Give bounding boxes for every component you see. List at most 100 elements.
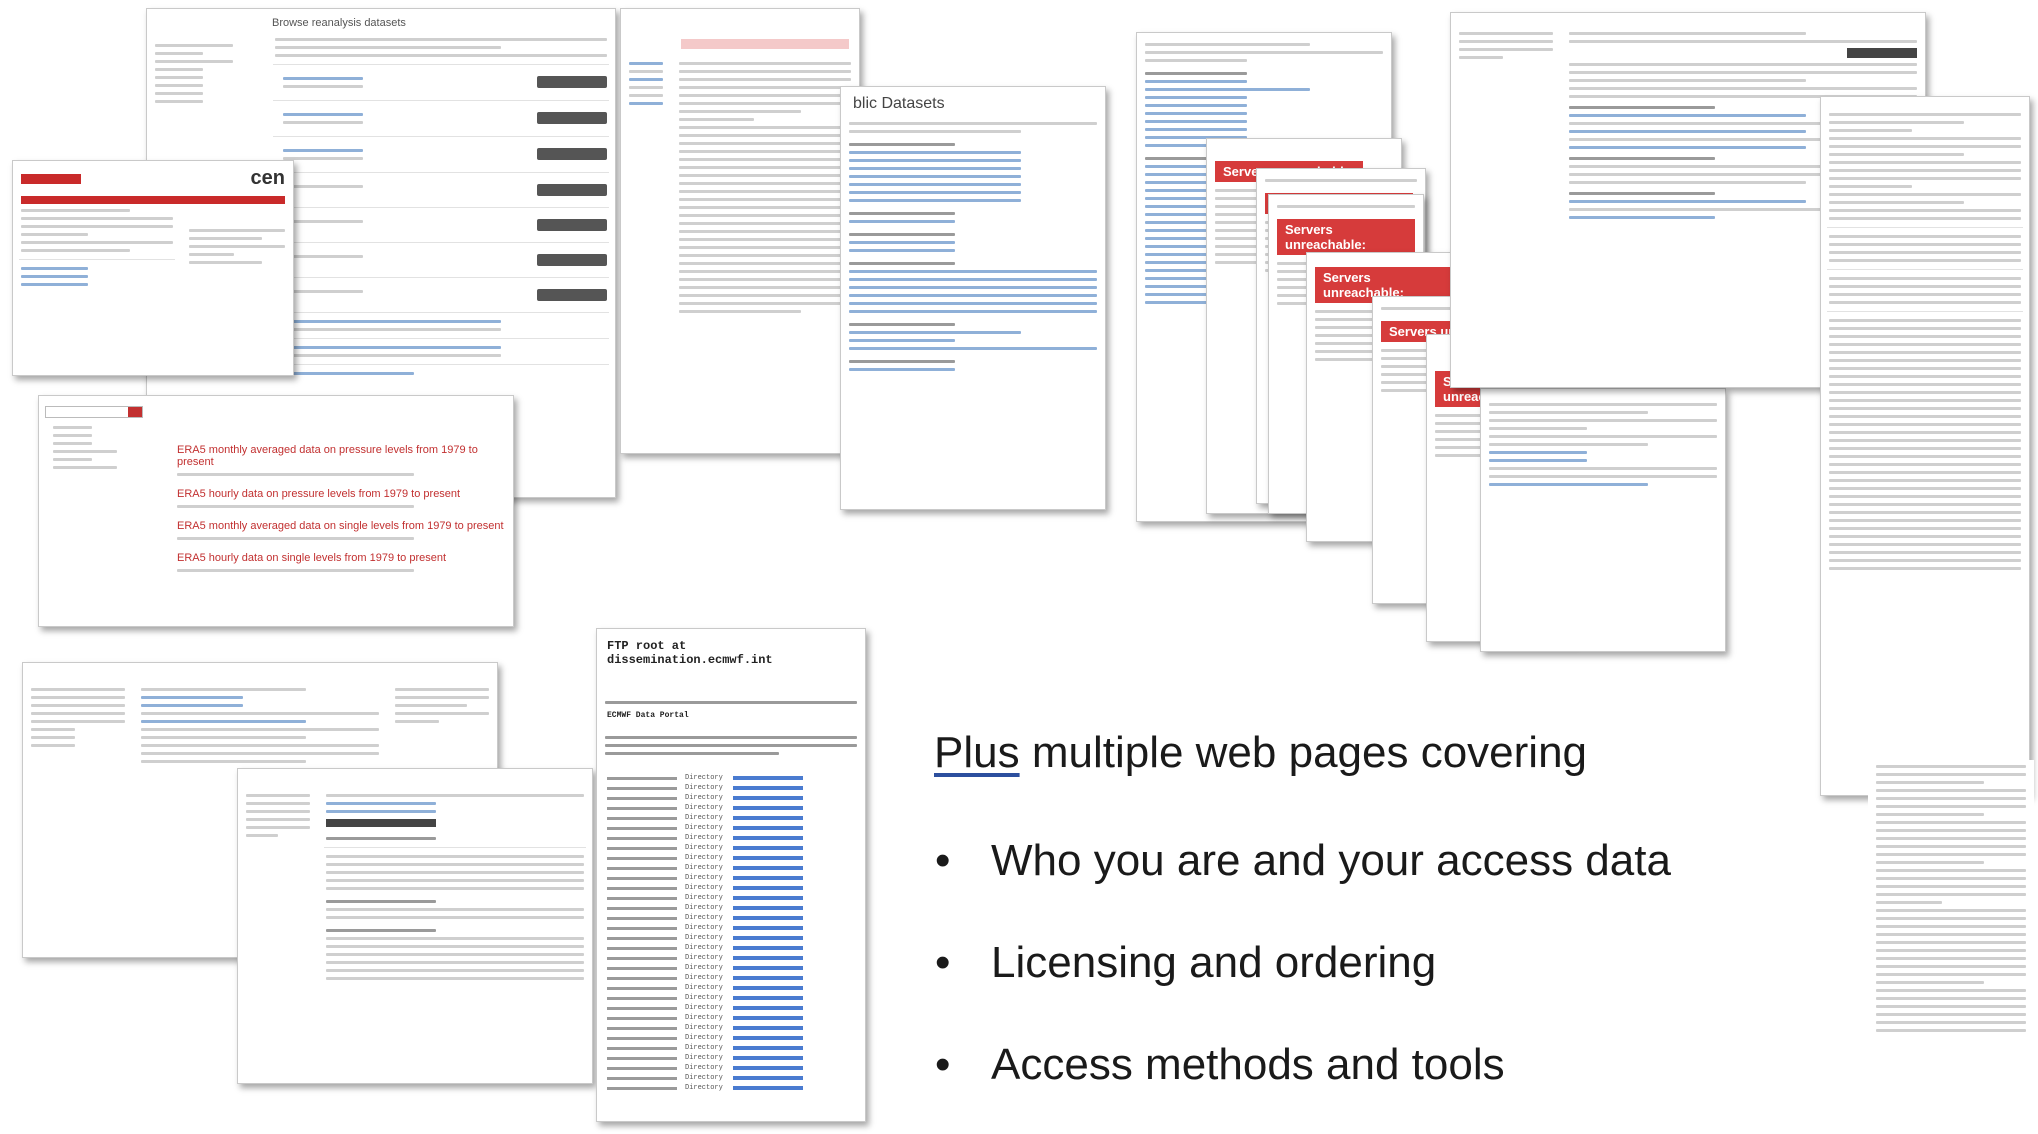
ftp-dir-link[interactable] — [733, 786, 803, 790]
site-logo — [21, 173, 81, 184]
servers-unreachable-banner: Servers unreachable: — [1277, 219, 1415, 255]
ftp-row: Directory — [597, 843, 865, 853]
list-item[interactable]: ERA5 hourly data on pressure levels from… — [149, 488, 513, 508]
ftp-row: Directory — [597, 1043, 865, 1053]
ftp-dir-link[interactable] — [733, 826, 803, 830]
bullet-icon: • — [935, 938, 951, 987]
ftp-dir-label: Directory — [685, 984, 723, 992]
ftp-dir-label: Directory — [685, 1034, 723, 1042]
ftp-dir-label: Directory — [685, 854, 723, 862]
list-item[interactable]: ERA5 monthly averaged data on pressure l… — [149, 444, 513, 476]
ftp-row: Directory — [597, 993, 865, 1003]
ftp-row: Directory — [597, 823, 865, 833]
ftp-dir-link[interactable] — [733, 1056, 803, 1060]
ftp-dir-link[interactable] — [733, 946, 803, 950]
ftp-dir-label: Directory — [685, 1074, 723, 1082]
ftp-listing: Directory Directory Directory Directory Dire… — [597, 773, 865, 1093]
thumbnail-ftp-root: FTP root at dissemination.ecmwf.int ECMW… — [596, 628, 866, 1122]
ftp-dir-link[interactable] — [733, 1086, 803, 1090]
cen-logo: cen — [250, 167, 285, 189]
ftp-dir-link[interactable] — [733, 886, 803, 890]
ftp-row: Directory — [597, 1073, 865, 1083]
headline-rest: multiple web pages covering — [1019, 728, 1588, 777]
ftp-dir-link[interactable] — [733, 996, 803, 1000]
ftp-dir-link[interactable] — [733, 1036, 803, 1040]
ftp-dir-label: Directory — [685, 974, 723, 982]
ftp-dir-link[interactable] — [733, 776, 803, 780]
ftp-row: Directory — [597, 1003, 865, 1013]
ftp-dir-link[interactable] — [733, 986, 803, 990]
headline: Plus multiple web pages covering — [934, 728, 1587, 778]
ftp-dir-link[interactable] — [733, 896, 803, 900]
thumbnail-public-datasets: blic Datasets — [840, 86, 1106, 510]
thumbnail-dense-grid — [620, 8, 860, 454]
ftp-row: Directory — [597, 873, 865, 883]
ftp-dir-label: Directory — [685, 1014, 723, 1022]
ftp-dir-label: Directory — [685, 954, 723, 962]
ftp-dir-label: Directory — [685, 864, 723, 872]
ftp-dir-label: Directory — [685, 1084, 723, 1092]
ftp-dir-link[interactable] — [733, 936, 803, 940]
bullet-icon: • — [935, 836, 951, 885]
ftp-row: Directory — [597, 1063, 865, 1073]
ftp-title: FTP root at dissemination.ecmwf.int — [607, 639, 773, 667]
datasets-table — [267, 33, 615, 380]
ftp-row: Directory — [597, 853, 865, 863]
ftp-row: Directory — [597, 943, 865, 953]
list-item[interactable]: ERA5 hourly data on single levels from 1… — [149, 552, 513, 572]
ftp-dir-link[interactable] — [733, 956, 803, 960]
filter-sidebar — [39, 396, 149, 584]
headline-plus: Plus — [934, 728, 1020, 777]
ftp-dir-label: Directory — [685, 804, 723, 812]
ftp-dir-link[interactable] — [733, 926, 803, 930]
ftp-dir-label: Directory — [685, 1064, 723, 1072]
bullet-icon: • — [935, 1040, 951, 1089]
ftp-dir-link[interactable] — [733, 816, 803, 820]
ftp-dir-link[interactable] — [733, 846, 803, 850]
ftp-dir-label: Directory — [685, 834, 723, 842]
ftp-dir-link[interactable] — [733, 866, 803, 870]
ftp-dir-link[interactable] — [733, 1046, 803, 1050]
ftp-dir-link[interactable] — [733, 836, 803, 840]
bullet-item: • Licensing and ordering — [935, 938, 1436, 988]
list-item[interactable]: ERA5 monthly averaged data on single lev… — [149, 520, 513, 540]
ftp-dir-link[interactable] — [733, 976, 803, 980]
ftp-row: Directory — [597, 1033, 865, 1043]
ftp-dir-link[interactable] — [733, 966, 803, 970]
ftp-dir-label: Directory — [685, 874, 723, 882]
ftp-row: Directory — [597, 963, 865, 973]
ftp-dir-link[interactable] — [733, 1076, 803, 1080]
bullet-text: Who you are and your access data — [991, 836, 1671, 885]
thumbnail-far-right-doc — [1820, 96, 2030, 796]
results-list: ERA5 monthly averaged data on pressure l… — [149, 396, 513, 584]
ftp-dir-label: Directory — [685, 1054, 723, 1062]
ftp-dir-link[interactable] — [733, 1016, 803, 1020]
ftp-dir-link[interactable] — [733, 856, 803, 860]
ftp-subtitle: ECMWF Data Portal — [607, 711, 689, 720]
ftp-dir-link[interactable] — [733, 806, 803, 810]
ftp-dir-link[interactable] — [733, 1026, 803, 1030]
ftp-dir-label: Directory — [685, 914, 723, 922]
ftp-row: Directory — [597, 803, 865, 813]
public-datasets-title: blic Datasets — [853, 95, 945, 112]
ftp-row: Directory — [597, 883, 865, 893]
ftp-dir-link[interactable] — [733, 1006, 803, 1010]
ftp-dir-link[interactable] — [733, 906, 803, 910]
bullet-item: • Access methods and tools — [935, 1040, 1505, 1090]
ftp-row: Directory — [597, 1023, 865, 1033]
ftp-row: Directory — [597, 833, 865, 843]
thumbnail-cen-site: cen — [12, 160, 294, 376]
thumbnail-search-results: ERA5 monthly averaged data on pressure l… — [38, 395, 514, 627]
ftp-row: Directory — [597, 1013, 865, 1023]
ftp-dir-link[interactable] — [733, 796, 803, 800]
ftp-row: Directory — [597, 893, 865, 903]
ftp-dir-link[interactable] — [733, 1066, 803, 1070]
ftp-dir-label: Directory — [685, 904, 723, 912]
ftp-row: Directory — [597, 863, 865, 873]
bullet-item: • Who you are and your access data — [935, 836, 1671, 886]
ftp-dir-label: Directory — [685, 1024, 723, 1032]
ftp-row: Directory — [597, 913, 865, 923]
ftp-dir-label: Directory — [685, 1044, 723, 1052]
ftp-dir-link[interactable] — [733, 876, 803, 880]
ftp-dir-link[interactable] — [733, 916, 803, 920]
